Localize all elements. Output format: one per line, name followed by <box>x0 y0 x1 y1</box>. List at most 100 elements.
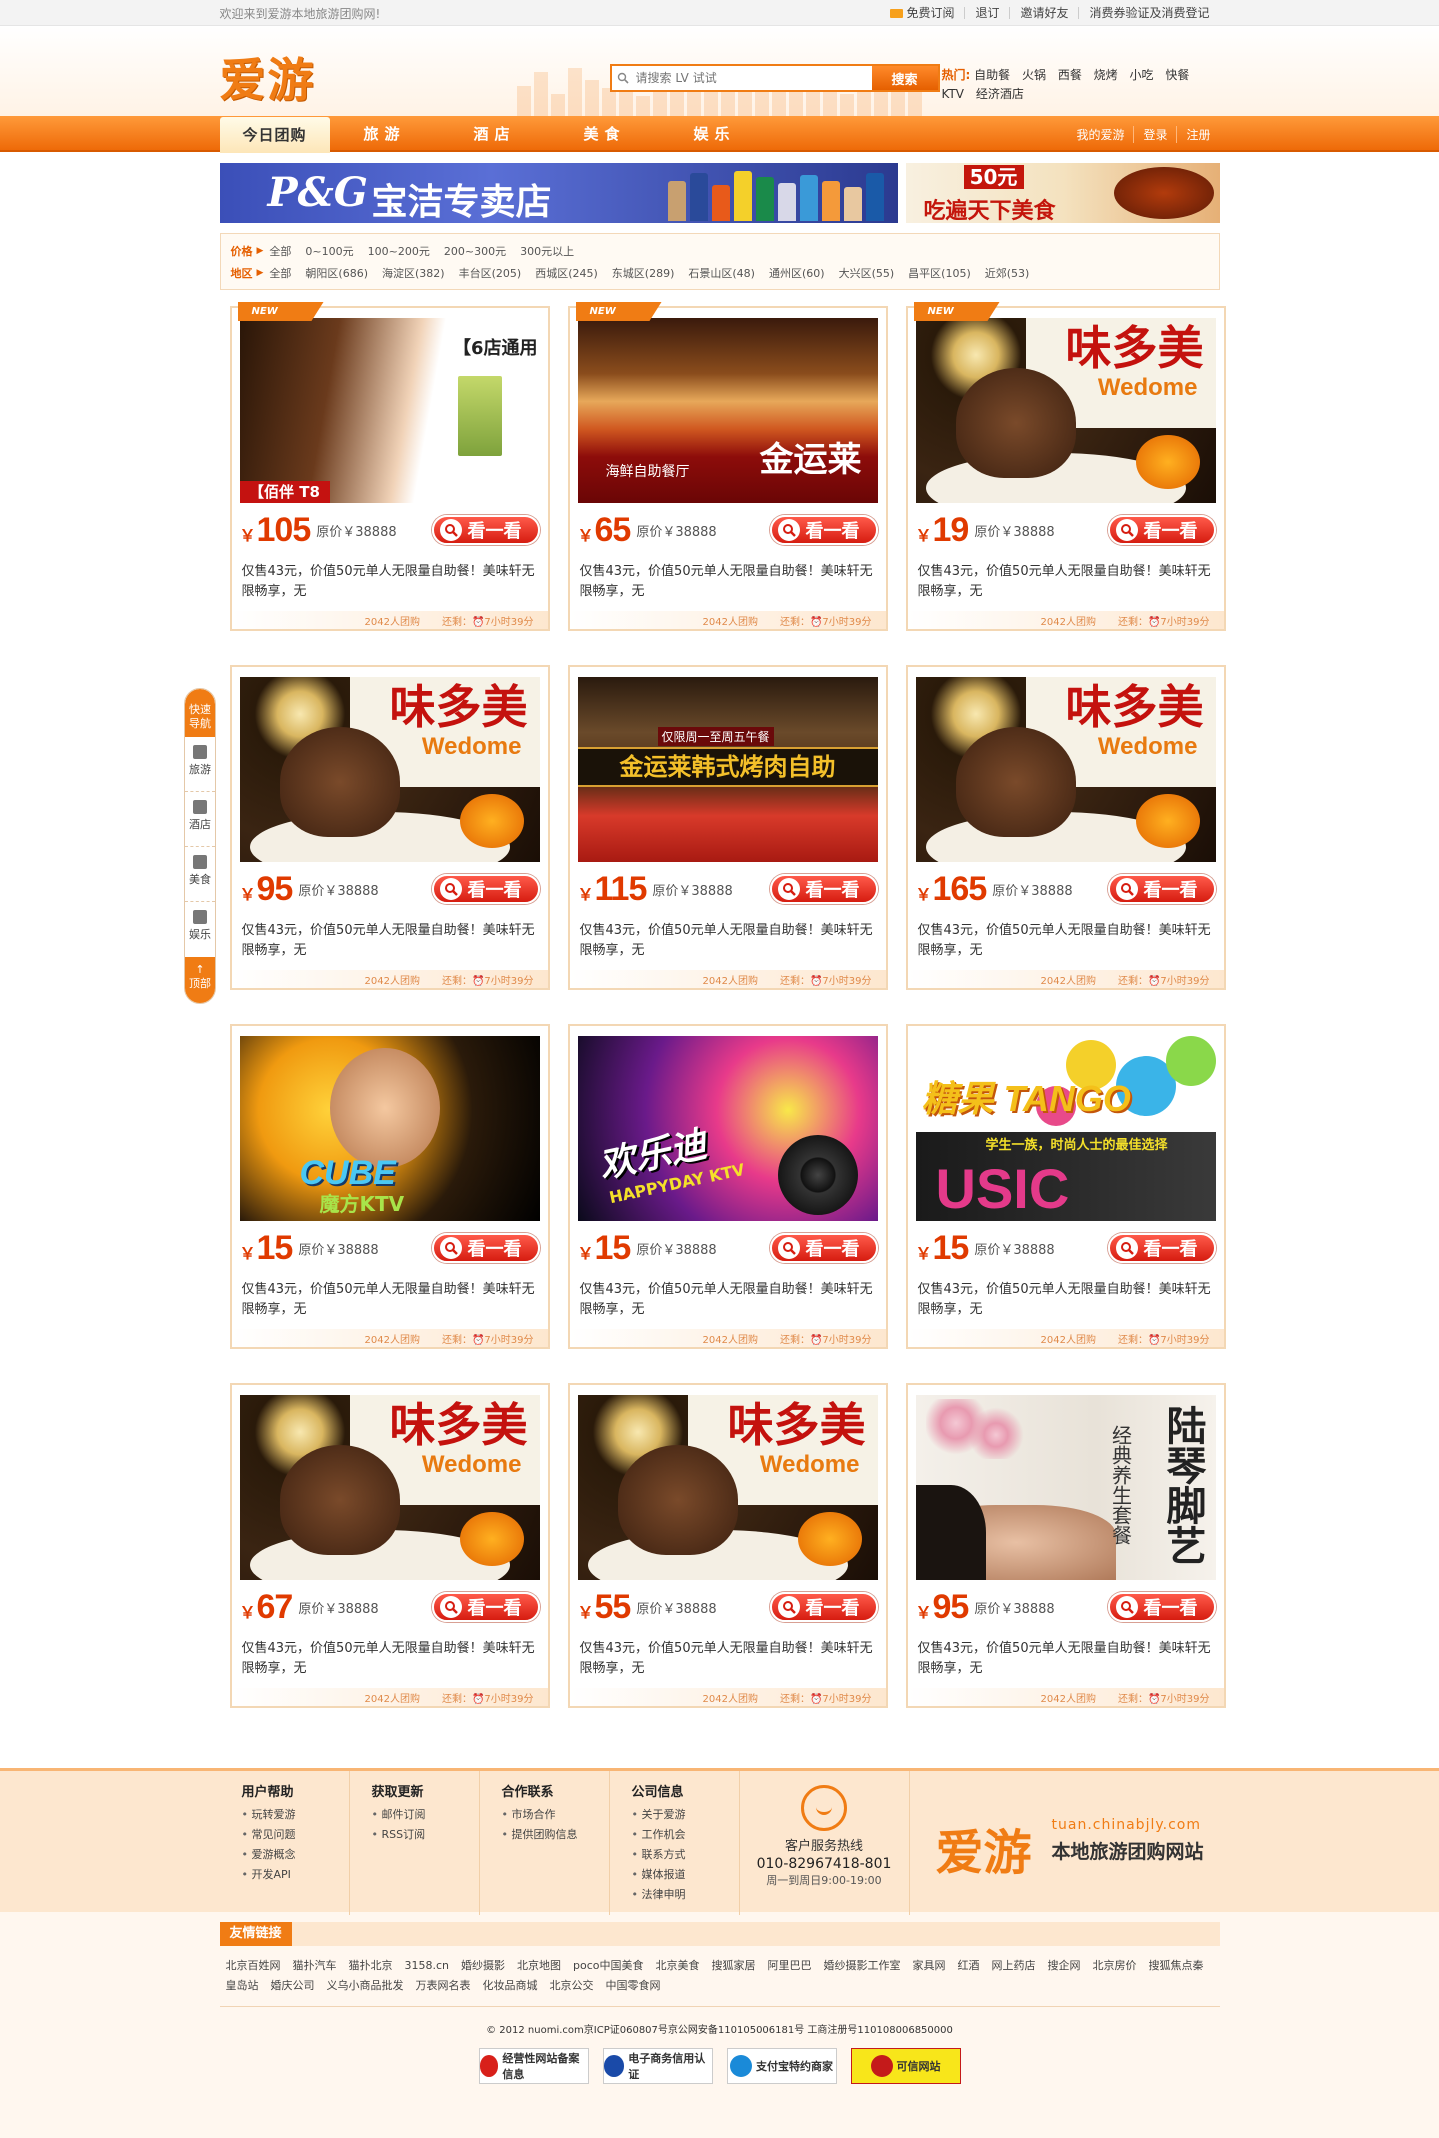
price-option[interactable]: 全部 <box>269 243 291 259</box>
invite-link[interactable]: 邀请好友 <box>1009 7 1078 19</box>
deal-card[interactable]: 味多美 Wedome ￥55 原价￥38888 看一看 仅售43元，价值50元单人无限量自… <box>567 1383 888 1708</box>
footer-link[interactable]: 关于爱游 <box>632 1805 739 1825</box>
voucher-link[interactable]: 消费券验证及消费登记 <box>1078 7 1219 19</box>
hot-link[interactable]: 火锅 <box>1022 68 1046 82</box>
friend-link[interactable]: 义乌小商品批发 <box>327 1979 404 1992</box>
badge-trusted[interactable]: 可信网站 <box>850 2048 961 2084</box>
deal-image[interactable]: USIC 糖果 TANGO 学生一族，时尚人士的最佳选择 <box>915 1036 1216 1221</box>
badge-ecommerce[interactable]: 电子商务信用认证 <box>602 2048 713 2084</box>
search-input[interactable] <box>633 66 872 90</box>
nav-hotel[interactable]: 酒店 <box>440 116 550 152</box>
nav-food[interactable]: 美食 <box>550 116 660 152</box>
view-deal-button[interactable]: 看一看 <box>769 1592 878 1622</box>
search-button[interactable]: 搜索 <box>871 66 938 90</box>
deal-card[interactable]: 味多美 Wedome ￥67 原价￥38888 看一看 仅售43元，价值50元单人无限量自… <box>229 1383 550 1708</box>
nav-entertainment[interactable]: 娱乐 <box>660 116 770 152</box>
area-option[interactable]: 丰台区(205) <box>459 265 522 281</box>
deal-card[interactable]: NEW 海鲜自助餐厅 金运莱 ￥65 原价￥38888 看一看 仅售43元，价值50元单人无… <box>567 302 888 631</box>
badge-website-record[interactable]: 经营性网站备案信息 <box>478 2048 589 2084</box>
deal-image[interactable]: 味多美 Wedome <box>577 1395 878 1580</box>
quick-nav-travel[interactable]: 旅游 <box>185 737 215 792</box>
view-deal-button[interactable]: 看一看 <box>1107 515 1216 545</box>
friend-link[interactable]: 北京美食 <box>656 1959 700 1972</box>
deal-image[interactable]: 仅限周一至周五午餐 金运莱韩式烤肉自助 <box>577 677 878 862</box>
area-option[interactable]: 通州区(60) <box>769 265 825 281</box>
badge-alipay[interactable]: 支付宝特约商家 <box>726 2048 837 2084</box>
view-deal-button[interactable]: 看一看 <box>769 515 878 545</box>
view-deal-button[interactable]: 看一看 <box>431 1233 540 1263</box>
friend-link[interactable]: 北京百姓网 <box>226 1959 281 1972</box>
deal-card[interactable]: CUBE 魔方KTV ￥15 原价￥38888 看一看 仅售43元，价值50元单人无限量自… <box>229 1024 550 1349</box>
deal-image[interactable]: 海鲜自助餐厅 金运莱 <box>577 318 878 503</box>
footer-link[interactable]: 媒体报道 <box>632 1865 739 1885</box>
footer-link[interactable]: 提供团购信息 <box>502 1825 609 1845</box>
hot-link[interactable]: 经济酒店 <box>976 87 1024 101</box>
friend-link[interactable]: 北京房价 <box>1093 1959 1137 1972</box>
subscribe-link[interactable]: 免费订阅 <box>880 7 964 19</box>
deal-card[interactable]: 仅限周一至周五午餐 金运莱韩式烤肉自助 ￥115 原价￥38888 看一看 仅售43元，价… <box>567 665 888 990</box>
deal-image[interactable]: 味多美 Wedome <box>239 1395 540 1580</box>
friend-link[interactable]: 婚纱摄影 <box>461 1959 505 1972</box>
footer-link[interactable]: 玩转爱游 <box>242 1805 349 1825</box>
area-option[interactable]: 海淀区(382) <box>382 265 445 281</box>
price-option[interactable]: 100~200元 <box>368 243 430 259</box>
view-deal-button[interactable]: 看一看 <box>769 1233 878 1263</box>
quick-nav-entertainment[interactable]: 娱乐 <box>185 902 215 957</box>
area-option[interactable]: 昌平区(105) <box>908 265 971 281</box>
footer-link[interactable]: 常见问题 <box>242 1825 349 1845</box>
deal-card[interactable]: 欢乐迪 HAPPYDAY KTV ￥15 原价￥38888 看一看 仅售43元，价值50元… <box>567 1024 888 1349</box>
deal-image[interactable]: 味多美 Wedome <box>915 677 1216 862</box>
deal-card[interactable]: NEW 味多美 Wedome ￥19 原价￥38888 看一看 仅售43元，价值50元单人无… <box>905 302 1226 631</box>
footer-link[interactable]: 工作机会 <box>632 1825 739 1845</box>
nav-travel[interactable]: 旅游 <box>330 116 440 152</box>
view-deal-button[interactable]: 看一看 <box>769 874 878 904</box>
area-option[interactable]: 东城区(289) <box>612 265 675 281</box>
friend-link[interactable]: 红酒 <box>958 1959 980 1972</box>
footer-link[interactable]: 市场合作 <box>502 1805 609 1825</box>
quick-nav-food[interactable]: 美食 <box>185 847 215 902</box>
register-link[interactable]: 注册 <box>1176 125 1219 143</box>
quick-nav-hotel[interactable]: 酒店 <box>185 792 215 847</box>
friend-link[interactable]: 万表网名表 <box>416 1979 471 1992</box>
hot-link[interactable]: 快餐 <box>1165 68 1189 82</box>
hot-link[interactable]: 自助餐 <box>974 68 1010 82</box>
deal-image[interactable]: CUBE 魔方KTV <box>239 1036 540 1221</box>
deal-card[interactable]: 味多美 Wedome ￥95 原价￥38888 看一看 仅售43元，价值50元单人无限量自… <box>229 665 550 990</box>
my-account-link[interactable]: 我的爱游 <box>1067 126 1133 143</box>
unsubscribe-link[interactable]: 退订 <box>964 7 1009 19</box>
food-banner[interactable]: 50元 吃遍天下美食 <box>905 163 1220 223</box>
friend-link[interactable]: 家具网 <box>913 1959 946 1972</box>
footer-link[interactable]: 爱游概念 <box>242 1845 349 1865</box>
area-option[interactable]: 大兴区(55) <box>839 265 895 281</box>
friend-link[interactable]: 3158.cn <box>405 1959 450 1972</box>
area-option[interactable]: 近郊(53) <box>985 265 1030 281</box>
deal-card[interactable]: USIC 糖果 TANGO 学生一族，时尚人士的最佳选择 ￥15 原价￥38888 看一看… <box>905 1024 1226 1349</box>
footer-link[interactable]: 联系方式 <box>632 1845 739 1865</box>
friend-link[interactable]: 北京公交 <box>550 1979 594 1992</box>
view-deal-button[interactable]: 看一看 <box>431 515 540 545</box>
hot-link[interactable]: 西餐 <box>1058 68 1082 82</box>
friend-link[interactable]: 中国零食网 <box>606 1979 661 1992</box>
friend-link[interactable]: 婚庆公司 <box>271 1979 315 1992</box>
friend-link[interactable]: 化妆品商城 <box>483 1979 538 1992</box>
friend-link[interactable]: 猫扑北京 <box>349 1959 393 1972</box>
friend-link[interactable]: poco中国美食 <box>573 1959 644 1972</box>
area-option[interactable]: 石景山区(48) <box>688 265 755 281</box>
price-option[interactable]: 0~100元 <box>305 243 353 259</box>
deal-image[interactable]: 陆琴脚艺 经典养生套餐 <box>915 1395 1216 1580</box>
deal-image[interactable]: 味多美 Wedome <box>239 677 540 862</box>
login-link[interactable]: 登录 <box>1133 125 1176 143</box>
nav-today-deals[interactable]: 今日团购 <box>219 117 330 153</box>
friend-link[interactable]: 搜狐家居 <box>712 1959 756 1972</box>
friend-link[interactable]: 搜企网 <box>1048 1959 1081 1972</box>
deal-image[interactable]: 味多美 Wedome <box>915 318 1216 503</box>
area-option[interactable]: 全部 <box>269 265 291 281</box>
site-logo[interactable]: 爱游 <box>220 44 316 110</box>
back-to-top[interactable]: ↑ 顶部 <box>185 957 215 1003</box>
deal-card[interactable]: NEW 【6店通用 【佰伴 T8 ￥105 原价￥38888 看一看 仅售43元，价值50元… <box>229 302 550 631</box>
hot-link[interactable]: KTV <box>942 87 964 101</box>
friend-link[interactable]: 阿里巴巴 <box>768 1959 812 1972</box>
friend-link[interactable]: 猫扑汽车 <box>293 1959 337 1972</box>
view-deal-button[interactable]: 看一看 <box>431 1592 540 1622</box>
pg-banner[interactable]: P&G 宝洁专卖店 <box>219 163 898 223</box>
